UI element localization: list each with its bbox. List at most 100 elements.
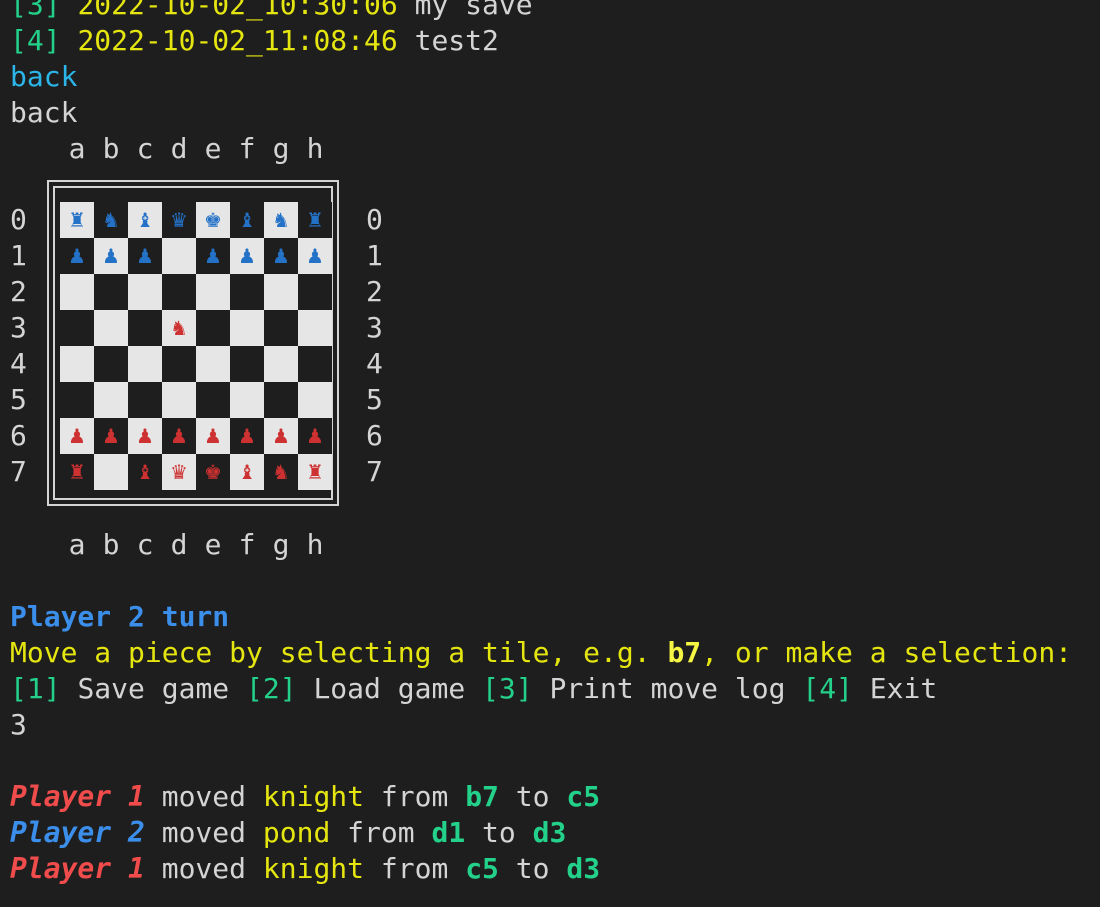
board-square-g7[interactable]: ♞ — [264, 454, 298, 490]
menu-item-save[interactable]: [1] Save game — [10, 672, 229, 705]
board-square-d3[interactable]: ♞ — [162, 310, 196, 346]
board-square-e6[interactable]: ♟ — [196, 418, 230, 454]
board-square-h7[interactable]: ♜ — [298, 454, 332, 490]
board-square-c1[interactable]: ♟ — [128, 238, 162, 274]
menu-item-exit[interactable]: [4] Exit — [802, 672, 937, 705]
board-square-b4[interactable] — [94, 346, 128, 382]
board-square-f0[interactable]: ♝ — [230, 202, 264, 238]
board-square-c3[interactable] — [128, 310, 162, 346]
board-square-d1[interactable] — [162, 238, 196, 274]
save-entry-3[interactable]: [3] 2022-10-02_10:30:06 my save — [10, 0, 533, 23]
board-square-g1[interactable]: ♟ — [264, 238, 298, 274]
file-label: c — [136, 528, 154, 561]
chess-piece-icon: ♝ — [136, 460, 154, 484]
board-square-d0[interactable]: ♛ — [162, 202, 196, 238]
board-square-d4[interactable] — [162, 346, 196, 382]
board-square-e5[interactable] — [196, 382, 230, 418]
board-square-b0[interactable]: ♞ — [94, 202, 128, 238]
rank-label: 0 — [366, 203, 383, 236]
board-square-a6[interactable]: ♟ — [60, 418, 94, 454]
board-square-f7[interactable]: ♝ — [230, 454, 264, 490]
rank-label: 5 — [366, 383, 383, 416]
board-square-c2[interactable] — [128, 274, 162, 310]
board-square-g3[interactable] — [264, 310, 298, 346]
rank-label: 6 — [366, 419, 383, 452]
rank-label: 1 — [10, 239, 27, 272]
board-square-e3[interactable] — [196, 310, 230, 346]
move-verb: moved — [161, 852, 247, 885]
board-square-e7[interactable]: ♚ — [196, 454, 230, 490]
board-square-d7[interactable]: ♛ — [162, 454, 196, 490]
board-square-b2[interactable] — [94, 274, 128, 310]
board-square-d5[interactable] — [162, 382, 196, 418]
chess-piece-icon: ♟ — [170, 424, 188, 448]
chess-board[interactable]: ♜ ♞ ♝ ♛ ♚ ♝ ♞ ♜ ♟ ♟ ♟ ♟ ♟ ♟ ♟ ♞ ♟ ♟ ♟ ♟ ♟ ♟ ♟ ♟ ♜ ♝ ♛ ♚ ♝ ♞ ♜ — [60, 202, 332, 490]
board-square-h1[interactable]: ♟ — [298, 238, 332, 274]
menu-label: Exit — [869, 672, 938, 705]
back-echo: back — [10, 96, 78, 129]
chess-piece-icon: ♜ — [306, 208, 324, 232]
chess-piece-icon: ♛ — [170, 460, 188, 484]
rank-label: 2 — [10, 275, 27, 308]
board-square-a4[interactable] — [60, 346, 94, 382]
board-square-a7[interactable]: ♜ — [60, 454, 94, 490]
board-square-h5[interactable] — [298, 382, 332, 418]
board-square-f3[interactable] — [230, 310, 264, 346]
menu-label: Load game — [313, 672, 466, 705]
board-square-e4[interactable] — [196, 346, 230, 382]
board-square-d2[interactable] — [162, 274, 196, 310]
file-labels-top: a b c d e f g h — [60, 131, 332, 167]
rank-label: 3 — [10, 311, 27, 344]
move-piece: knight — [262, 852, 365, 885]
board-square-h4[interactable] — [298, 346, 332, 382]
board-square-c0[interactable]: ♝ — [128, 202, 162, 238]
board-square-a2[interactable] — [60, 274, 94, 310]
board-square-c7[interactable]: ♝ — [128, 454, 162, 490]
board-square-f2[interactable] — [230, 274, 264, 310]
menu-options: [1] Save game [2] Load game [3] Print mo… — [10, 671, 937, 707]
board-square-h2[interactable] — [298, 274, 332, 310]
board-square-e2[interactable] — [196, 274, 230, 310]
board-square-f5[interactable] — [230, 382, 264, 418]
save-index: [4] — [10, 24, 61, 57]
board-square-h3[interactable] — [298, 310, 332, 346]
menu-label: Print move log — [549, 672, 786, 705]
board-square-b7[interactable] — [94, 454, 128, 490]
move-from: d1 — [431, 816, 466, 849]
board-square-g4[interactable] — [264, 346, 298, 382]
board-square-c6[interactable]: ♟ — [128, 418, 162, 454]
chess-piece-icon: ♟ — [136, 424, 154, 448]
board-square-e0[interactable]: ♚ — [196, 202, 230, 238]
move-from-word: from — [347, 816, 415, 849]
board-square-b5[interactable] — [94, 382, 128, 418]
menu-index: [3] — [482, 672, 533, 705]
board-square-h6[interactable]: ♟ — [298, 418, 332, 454]
board-square-a0[interactable]: ♜ — [60, 202, 94, 238]
save-entry-4[interactable]: [4] 2022-10-02_11:08:46 test2 — [10, 23, 499, 59]
menu-item-load[interactable]: [2] Load game — [246, 672, 465, 705]
board-square-h0[interactable]: ♜ — [298, 202, 332, 238]
board-square-c5[interactable] — [128, 382, 162, 418]
rank-label: 0 — [10, 203, 27, 236]
board-square-b1[interactable]: ♟ — [94, 238, 128, 274]
board-square-a1[interactable]: ♟ — [60, 238, 94, 274]
board-square-b3[interactable] — [94, 310, 128, 346]
board-square-c4[interactable] — [128, 346, 162, 382]
board-square-f6[interactable]: ♟ — [230, 418, 264, 454]
board-square-g2[interactable] — [264, 274, 298, 310]
board-square-g6[interactable]: ♟ — [264, 418, 298, 454]
menu-item-print-log[interactable]: [3] Print move log — [482, 672, 785, 705]
chess-piece-icon: ♚ — [204, 460, 222, 484]
board-square-b6[interactable]: ♟ — [94, 418, 128, 454]
board-square-g5[interactable] — [264, 382, 298, 418]
board-square-a5[interactable] — [60, 382, 94, 418]
chess-piece-icon: ♟ — [102, 424, 120, 448]
board-square-g0[interactable]: ♞ — [264, 202, 298, 238]
board-square-f4[interactable] — [230, 346, 264, 382]
board-square-a3[interactable] — [60, 310, 94, 346]
board-square-e1[interactable]: ♟ — [196, 238, 230, 274]
back-option[interactable]: back — [10, 59, 77, 95]
file-label: b — [102, 528, 120, 561]
board-square-d6[interactable]: ♟ — [162, 418, 196, 454]
board-square-f1[interactable]: ♟ — [230, 238, 264, 274]
